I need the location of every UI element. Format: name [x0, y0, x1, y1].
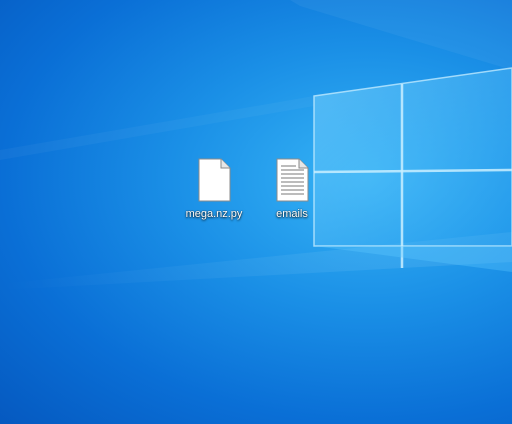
blank-file-icon [194, 156, 234, 204]
text-document-icon [272, 156, 312, 204]
desktop[interactable]: mega.nz.py emails [0, 0, 512, 424]
desktop-icon-emails[interactable]: emails [253, 154, 331, 226]
desktop-icon-label: mega.nz.py [185, 208, 243, 220]
desktop-icon-mega-nz-py[interactable]: mega.nz.py [175, 154, 253, 226]
desktop-icon-label: emails [276, 208, 308, 220]
